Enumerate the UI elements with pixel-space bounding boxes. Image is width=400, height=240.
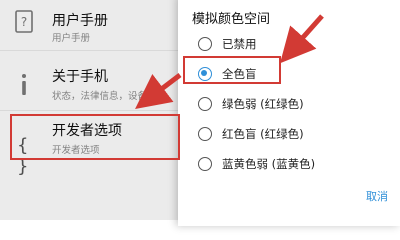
annotation-box-developer-options [10, 114, 180, 160]
annotation-box-selected-option [183, 56, 281, 84]
option-label: 蓝黄色弱 (蓝黄色) [222, 157, 316, 171]
settings-list: ? 用户手册 用户手册 关于手机 状态，法律信息，设备名 { } 开发者选项 开… [0, 0, 185, 220]
radio-button[interactable] [198, 97, 212, 111]
option-tritanomaly[interactable]: 蓝黄色弱 (蓝黄色) [178, 150, 400, 178]
radio-button[interactable] [198, 37, 212, 51]
color-space-dialog: 模拟颜色空间 已禁用 全色盲 绿色弱 (红绿色) 红色盲 (红绿色) 蓝黄色弱 … [178, 0, 400, 226]
settings-item-about-phone[interactable]: 关于手机 状态，法律信息，设备名 [0, 54, 185, 108]
dialog-title: 模拟颜色空间 [192, 12, 271, 27]
cancel-button[interactable]: 取消 [366, 188, 388, 204]
help-doc-icon: ? [13, 10, 35, 34]
settings-item-subtitle: 用户手册 [52, 33, 91, 44]
option-deuteranomaly[interactable]: 绿色弱 (红绿色) [178, 90, 400, 118]
option-disabled[interactable]: 已禁用 [178, 30, 400, 58]
divider [0, 50, 185, 51]
svg-text:?: ? [21, 15, 27, 29]
option-label: 已禁用 [222, 37, 257, 51]
radio-button[interactable] [198, 157, 212, 171]
radio-button[interactable] [198, 127, 212, 141]
settings-item-user-manual[interactable]: ? 用户手册 用户手册 [0, 0, 185, 46]
option-label: 红色盲 (红绿色) [222, 127, 304, 141]
divider [0, 110, 185, 111]
option-label: 绿色弱 (红绿色) [222, 97, 304, 111]
settings-item-title: 用户手册 [52, 13, 108, 29]
option-protanomaly[interactable]: 红色盲 (红绿色) [178, 120, 400, 148]
info-icon [13, 72, 35, 96]
settings-item-subtitle: 状态，法律信息，设备名 [52, 91, 157, 102]
settings-item-title: 关于手机 [52, 69, 108, 85]
